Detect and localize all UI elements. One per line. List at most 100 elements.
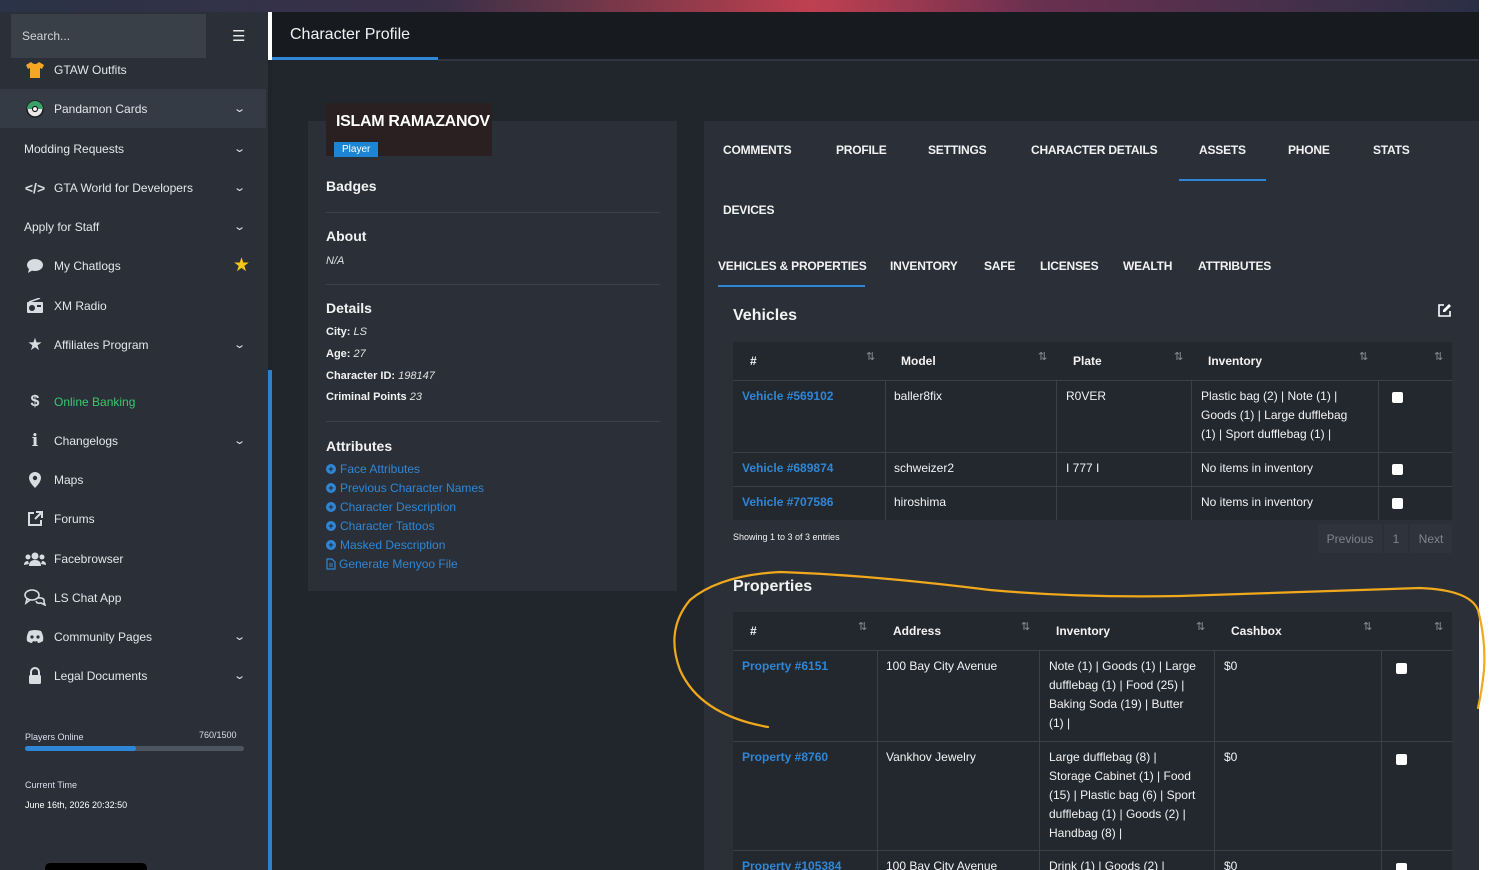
row-checkbox[interactable]	[1392, 498, 1403, 509]
row-checkbox[interactable]	[1396, 754, 1407, 765]
sort-icon[interactable]: ⇅	[1363, 620, 1372, 633]
vehicle-link[interactable]: Vehicle #707586	[742, 493, 833, 512]
tab-character-details[interactable]: CHARACTER DETAILS	[1031, 143, 1158, 157]
sidebar-item-modding-requests[interactable]: Modding Requests ⌄	[0, 129, 266, 168]
row-checkbox[interactable]	[1396, 863, 1407, 870]
property-link[interactable]: Property #105384	[742, 857, 841, 870]
property-inventory: Large dufflebag (8) | Storage Cabinet (1)…	[1049, 750, 1196, 840]
sort-icon[interactable]: ⇅	[1021, 620, 1030, 633]
tab-stats[interactable]: STATS	[1373, 143, 1410, 157]
favorite-star-icon[interactable]: ★	[233, 254, 250, 277]
sidebar-item-online-banking[interactable]: $ Online Banking	[0, 382, 266, 421]
property-link[interactable]: Property #6151	[742, 657, 828, 676]
detail-city: City: LS	[326, 326, 367, 338]
sidebar-item-label: XM Radio	[54, 298, 107, 313]
row-checkbox[interactable]	[1396, 663, 1407, 674]
link-character-tattoos[interactable]: + Character Tattoos	[326, 519, 435, 533]
link-face-attributes[interactable]: + Face Attributes	[326, 462, 420, 476]
sidebar-item-my-chatlogs[interactable]: My Chatlogs ★	[0, 246, 266, 285]
sidebar-item-ls-chat-app[interactable]: LS Chat App	[0, 578, 266, 617]
sidebar-item-gta-world-developers[interactable]: </> GTA World for Developers ⌄	[0, 168, 266, 207]
divider	[326, 284, 660, 285]
properties-col-cashbox[interactable]: Cashbox	[1231, 624, 1282, 638]
sidebar-item-community-pages[interactable]: Community Pages ⌄	[0, 617, 266, 656]
col-divider	[1056, 380, 1057, 520]
chevron-down-icon: ⌄	[232, 631, 246, 643]
tab-profile[interactable]: PROFILE	[836, 143, 887, 157]
sidebar-item-facebrowser[interactable]: Facebrowser	[0, 539, 266, 578]
subtab-inventory[interactable]: INVENTORY	[890, 259, 958, 273]
current-time-label: Current Time	[25, 780, 78, 790]
properties-col-address[interactable]: Address	[893, 624, 941, 638]
sort-icon[interactable]: ⇅	[1434, 350, 1443, 363]
tab-comments[interactable]: COMMENTS	[723, 143, 792, 157]
link-generate-menyoo[interactable]: Generate Menyoo File	[326, 557, 458, 571]
radio-icon	[24, 295, 46, 317]
sort-icon[interactable]: ⇅	[866, 350, 875, 363]
plus-circle-icon: +	[326, 521, 336, 531]
edit-icon[interactable]	[1438, 303, 1452, 320]
about-heading: About	[326, 228, 367, 244]
players-online-count: 760/1500	[199, 730, 237, 740]
tab-phone[interactable]: PHONE	[1288, 143, 1330, 157]
col-divider	[877, 650, 878, 870]
row-checkbox[interactable]	[1392, 464, 1403, 475]
property-cashbox: $0	[1224, 659, 1238, 673]
sort-icon[interactable]: ⇅	[1174, 350, 1183, 363]
sidebar-item-maps[interactable]: Maps	[0, 460, 266, 499]
property-cashbox: $0	[1224, 750, 1238, 764]
vehicles-col-model[interactable]: Model	[901, 354, 936, 368]
players-online-bar-fill	[25, 746, 137, 751]
divider	[326, 212, 660, 213]
role-badge: Player	[334, 142, 379, 157]
tab-devices[interactable]: DEVICES	[723, 203, 774, 217]
link-previous-names[interactable]: + Previous Character Names	[326, 481, 484, 495]
sort-icon[interactable]: ⇅	[1359, 350, 1368, 363]
sidebar-item-apply-staff[interactable]: Apply for Staff ⌄	[0, 207, 266, 246]
sort-icon[interactable]: ⇅	[1434, 620, 1443, 633]
sort-icon[interactable]: ⇅	[1196, 620, 1205, 633]
link-character-description[interactable]: + Character Description	[326, 500, 456, 514]
sidebar-item-pandamon-cards[interactable]: Pandamon Cards ⌄	[0, 89, 266, 128]
vehicle-link[interactable]: Vehicle #689874	[742, 459, 833, 478]
pager-page[interactable]: 1	[1384, 524, 1408, 553]
sort-icon[interactable]: ⇅	[858, 620, 867, 633]
tab-settings[interactable]: SETTINGS	[928, 143, 987, 157]
menu-toggle-icon[interactable]: ☰	[232, 27, 245, 45]
col-divider	[1378, 380, 1379, 520]
vehicles-col-plate[interactable]: Plate	[1073, 354, 1102, 368]
vehicles-col-id[interactable]: #	[750, 354, 757, 368]
page-title-underline	[272, 57, 438, 60]
pager-next[interactable]: Next	[1410, 524, 1452, 553]
subtab-attributes[interactable]: ATTRIBUTES	[1198, 259, 1271, 273]
subtab-safe[interactable]: SAFE	[984, 259, 1015, 273]
tab-assets[interactable]: ASSETS	[1199, 143, 1246, 157]
page-header	[272, 12, 1479, 60]
pokeball-icon	[24, 98, 46, 120]
sidebar-item-forums[interactable]: Forums	[0, 499, 266, 538]
subtab-wealth[interactable]: WEALTH	[1123, 259, 1172, 273]
vehicle-link[interactable]: Vehicle #569102	[742, 387, 833, 406]
sidebar-item-changelogs[interactable]: i Changelogs ⌄	[0, 421, 266, 460]
details-heading: Details	[326, 300, 372, 316]
sidebar-item-xm-radio[interactable]: XM Radio	[0, 286, 266, 325]
row-checkbox[interactable]	[1392, 392, 1403, 403]
sidebar-item-legal-documents[interactable]: Legal Documents ⌄	[0, 656, 266, 695]
pager-previous[interactable]: Previous	[1318, 524, 1382, 553]
properties-col-inventory[interactable]: Inventory	[1056, 624, 1110, 638]
subtab-licenses[interactable]: LICENSES	[1040, 259, 1099, 273]
dollar-icon: $	[30, 392, 40, 410]
property-link[interactable]: Property #8760	[742, 748, 828, 767]
sort-icon[interactable]: ⇅	[1038, 350, 1047, 363]
badges-heading: Badges	[326, 178, 377, 194]
subtab-vehicles-properties[interactable]: VEHICLES & PROPERTIES	[718, 259, 867, 273]
vehicles-col-inventory[interactable]: Inventory	[1208, 354, 1262, 368]
property-address: 100 Bay City Avenue	[886, 859, 998, 870]
sidebar-item-affiliates[interactable]: ★ Affiliates Program ⌄	[0, 325, 266, 364]
attributes-heading: Attributes	[326, 438, 393, 454]
link-masked-description[interactable]: + Masked Description	[326, 538, 445, 552]
sidebar-item-label: Online Banking	[54, 394, 136, 409]
sidebar-item-gtaw-outfits[interactable]: GTAW Outfits	[0, 50, 266, 89]
sidebar-item-label: LS Chat App	[54, 590, 122, 605]
properties-col-id[interactable]: #	[750, 624, 757, 638]
